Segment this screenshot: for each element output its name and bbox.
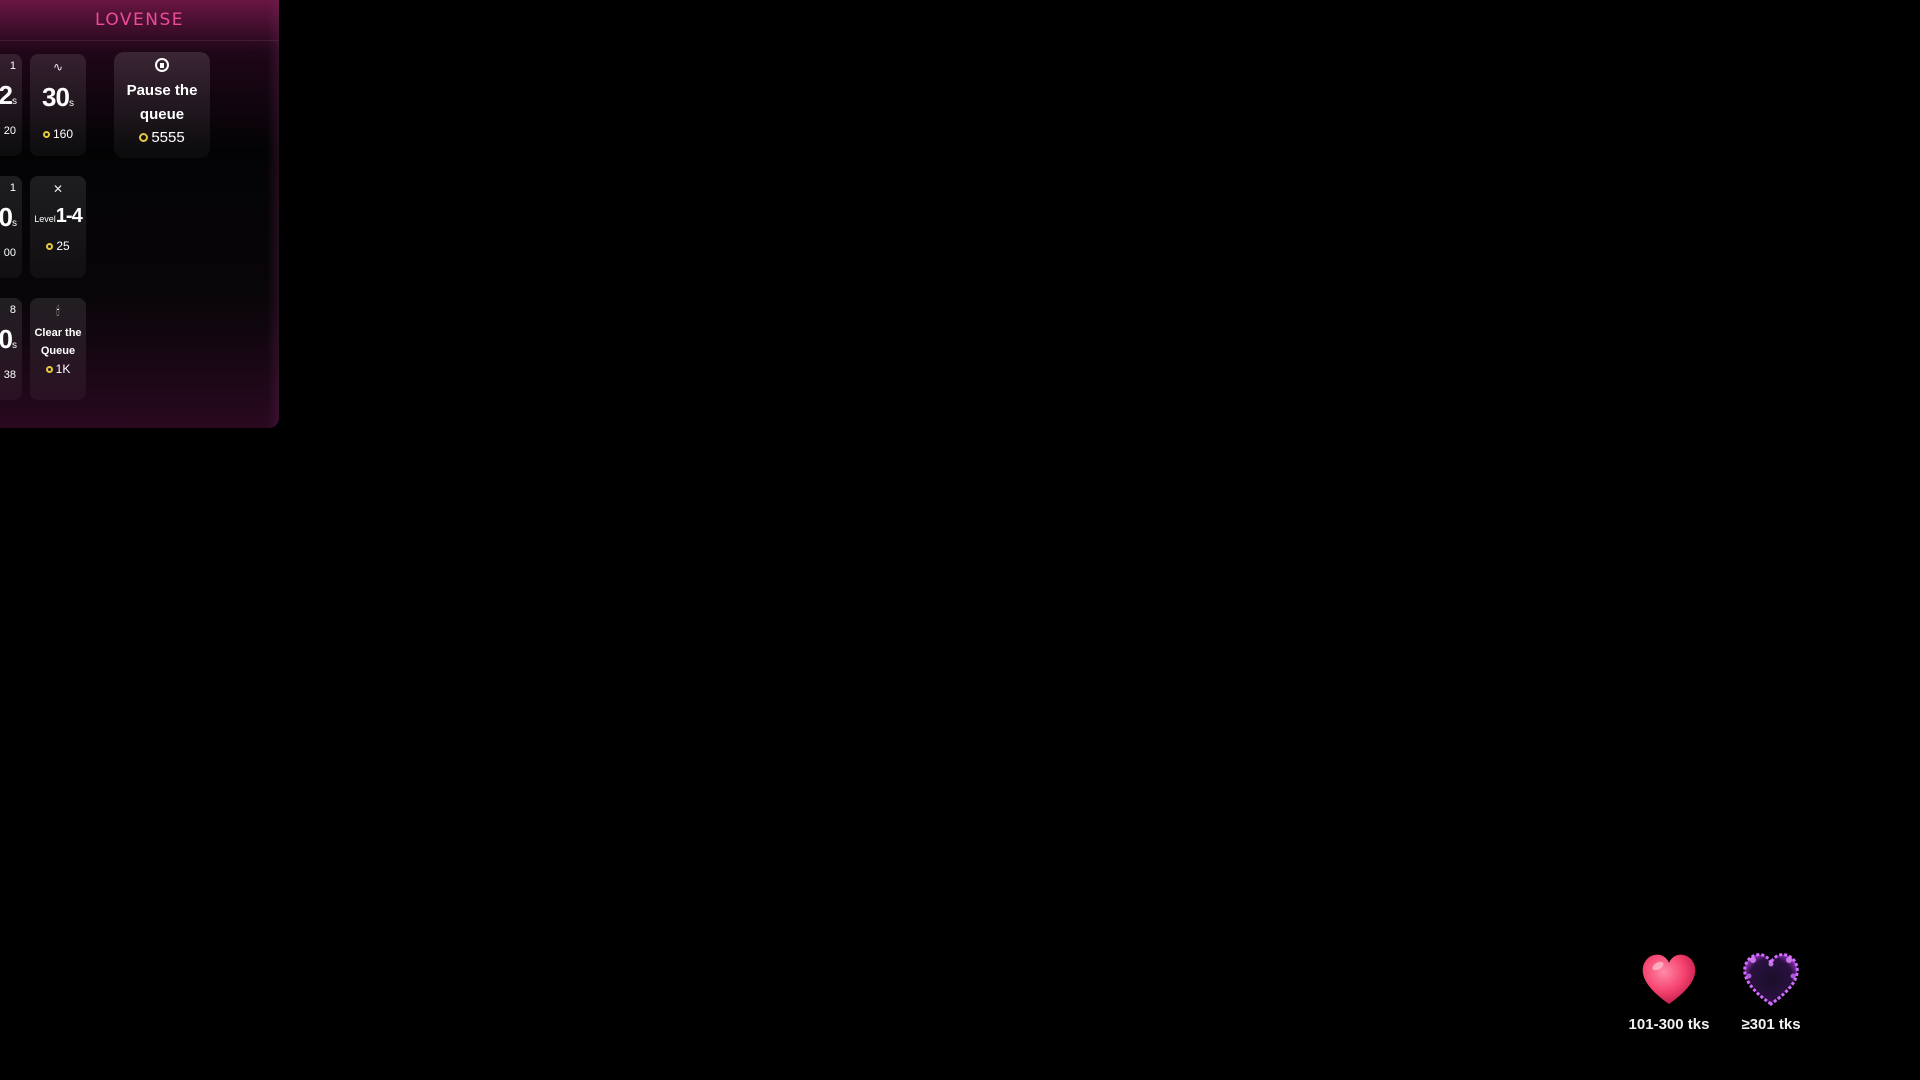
pulse-icon: 1 bbox=[9, 182, 16, 194]
wave-icon: 1 bbox=[9, 60, 16, 72]
partial-tile-1[interactable]: 1 2s 20 bbox=[0, 54, 22, 156]
pink-heart-icon bbox=[1639, 950, 1699, 1008]
partial-tile-2[interactable]: 1 0s 00 bbox=[0, 176, 22, 278]
tile-clear-queue[interactable]: 🕯 Clear the Queue 1K bbox=[30, 298, 86, 400]
tile-level[interactable]: ✕ Level1-4 25 bbox=[30, 176, 86, 278]
pause-queue-cost: 5555 bbox=[114, 129, 210, 146]
tile-duration: 50s bbox=[0, 324, 17, 354]
panel-header: LOVENSE bbox=[0, 0, 279, 41]
pause-icon bbox=[155, 58, 169, 72]
tip-level-301-plus: ≥301 tks bbox=[1721, 950, 1821, 1033]
tile-level-range: Level1-4 bbox=[34, 205, 82, 227]
tile-cost: 00 bbox=[3, 247, 16, 259]
tile-cost: 1K bbox=[30, 362, 86, 376]
tile-30s[interactable]: ∿ 30s 160 bbox=[30, 54, 86, 156]
tile-cost: 20 bbox=[3, 125, 16, 137]
tile-duration: 0s bbox=[0, 202, 17, 232]
clear-queue-label: Clear the Queue bbox=[34, 327, 82, 357]
wave-icon: ∿ bbox=[52, 60, 64, 74]
tip-label: ≥301 tks bbox=[1741, 1016, 1801, 1033]
purple-heart-icon bbox=[1741, 950, 1801, 1008]
tile-duration: 2s bbox=[0, 80, 17, 110]
tile-cost: 160 bbox=[30, 127, 86, 141]
tile-cost: 25 bbox=[30, 239, 86, 253]
random-icon: 8 bbox=[9, 304, 16, 316]
random-icon: ✕ bbox=[52, 182, 64, 196]
coin-icon bbox=[46, 243, 54, 250]
partial-tile-3[interactable]: 8 50s 38 bbox=[0, 298, 22, 400]
tile-cost: 38 bbox=[3, 369, 16, 381]
coin-icon bbox=[139, 133, 149, 142]
pause-queue-label: Pause the queue bbox=[126, 82, 198, 123]
tile-duration: 30s bbox=[42, 82, 74, 112]
lovense-panel: LOVENSE 1 2s 20 1 0s 00 8 50s 38 ∿ 30s 1… bbox=[0, 0, 279, 428]
tip-level-101-300: 101-300 tks bbox=[1619, 950, 1719, 1033]
pause-queue-button[interactable]: Pause the queue 5555 bbox=[114, 52, 210, 158]
coin-icon bbox=[42, 131, 50, 138]
stream-overlay: LOVENSE 1 2s 20 1 0s 00 8 50s 38 ∿ 30s 1… bbox=[0, 0, 1920, 1080]
clear-queue-icon: 🕯 bbox=[56, 304, 60, 318]
coin-icon bbox=[45, 366, 53, 373]
tip-label: 101-300 tks bbox=[1628, 1016, 1710, 1033]
lovense-logo: LOVENSE bbox=[94, 10, 185, 30]
